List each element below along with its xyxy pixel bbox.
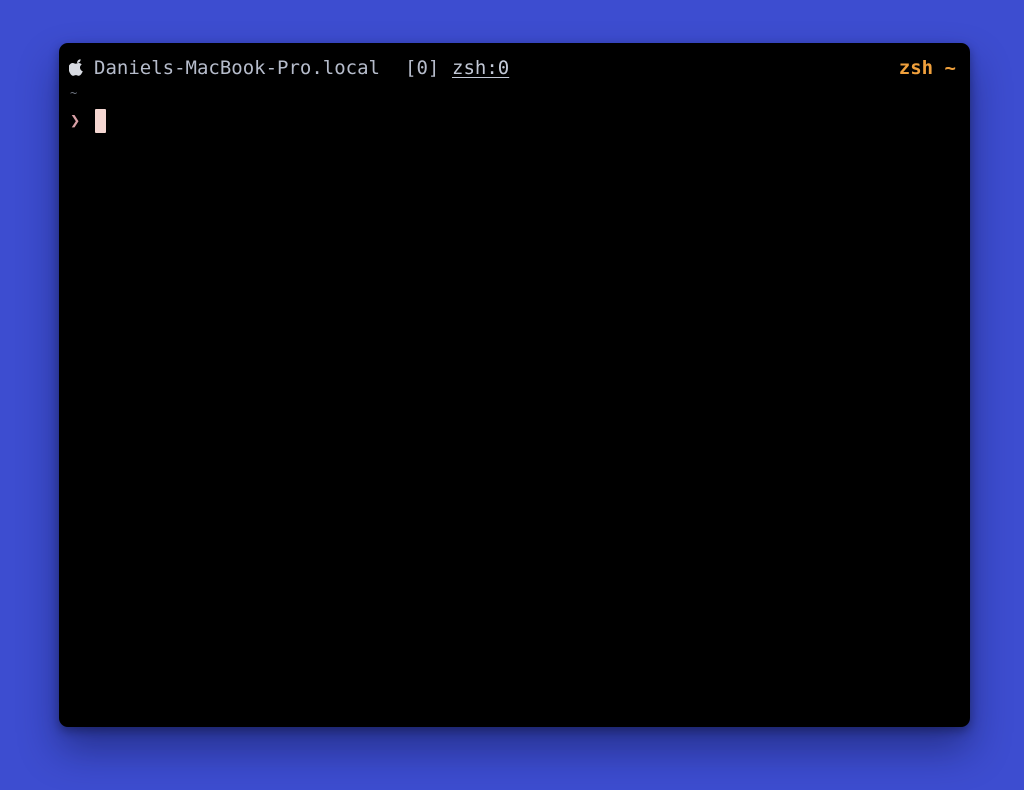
apple-logo-icon [68,58,85,76]
cwd-indicator: ~ [70,86,78,100]
tmux-status-bar: Daniels-MacBook-Pro.local [0] zsh:0 zsh … [59,43,970,89]
text-cursor[interactable] [95,109,106,133]
session-index: [0] [405,57,440,79]
current-process-status: zsh ~ [898,57,956,79]
terminal-window[interactable]: Daniels-MacBook-Pro.local [0] zsh:0 zsh … [59,43,970,727]
prompt-symbol: ❯ [70,111,81,131]
hostname-label: Daniels-MacBook-Pro.local [94,57,380,79]
tmux-window-tab[interactable]: zsh:0 [452,56,509,80]
